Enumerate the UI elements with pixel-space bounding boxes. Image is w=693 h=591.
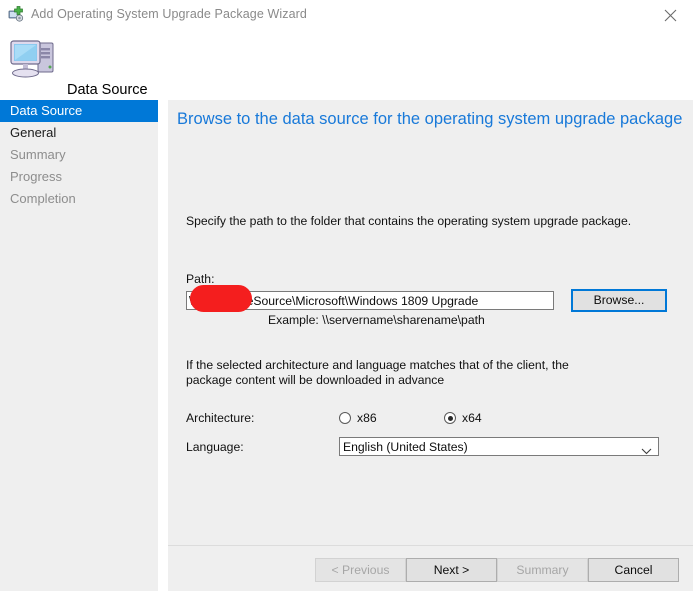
sidebar-item-completion[interactable]: Completion — [0, 188, 158, 210]
path-example-text: Example: \\servername\sharename\path — [268, 313, 485, 327]
sidebar-item-data-source[interactable]: Data Source — [0, 100, 158, 122]
computer-icon — [8, 35, 60, 83]
instruction-text: Specify the path to the folder that cont… — [186, 214, 632, 228]
architecture-label: Architecture: — [186, 411, 255, 425]
header-title: Data Source — [67, 82, 148, 98]
content-panel: Browse to the data source for the operat… — [168, 100, 693, 545]
window-title: Add Operating System Upgrade Package Wiz… — [31, 7, 307, 21]
sidebar-item-label: Progress — [10, 169, 63, 184]
close-icon[interactable] — [648, 0, 693, 29]
language-dropdown[interactable]: English (United States) — [339, 437, 659, 456]
radio-x86-label: x86 — [357, 411, 377, 425]
sidebar-item-label: Data Source — [10, 103, 83, 118]
path-label: Path: — [186, 272, 215, 286]
cancel-button[interactable]: Cancel — [588, 558, 679, 582]
chevron-down-icon — [641, 444, 652, 458]
language-label: Language: — [186, 440, 244, 454]
radio-checked-icon — [444, 412, 456, 424]
sidebar-item-label: Summary — [10, 147, 66, 162]
browse-button[interactable]: Browse... — [571, 289, 667, 312]
sidebar-divider — [158, 100, 168, 591]
redaction-overlay — [190, 285, 252, 312]
sidebar-item-summary[interactable]: Summary — [0, 144, 158, 166]
previous-button[interactable]: < Previous — [315, 558, 406, 582]
sidebar-item-label: Completion — [10, 191, 76, 206]
next-button[interactable]: Next > — [406, 558, 497, 582]
sidebar-item-general[interactable]: General — [0, 122, 158, 144]
title-bar: Add Operating System Upgrade Package Wiz… — [0, 0, 693, 29]
summary-button[interactable]: Summary — [497, 558, 588, 582]
architecture-note: If the selected architecture and languag… — [186, 358, 569, 387]
sidebar-item-progress[interactable]: Progress — [0, 166, 158, 188]
page-title: Browse to the data source for the operat… — [177, 110, 683, 128]
wizard-header: Data Source — [0, 29, 693, 98]
language-selected-value: English (United States) — [343, 440, 468, 454]
sidebar-item-label: General — [10, 125, 57, 140]
radio-unchecked-icon — [339, 412, 351, 424]
wizard-steps-sidebar: Data Source General Summary Progress Com… — [0, 100, 158, 591]
add-package-icon — [8, 6, 25, 23]
radio-x64-label: x64 — [462, 411, 482, 425]
wizard-footer: < Previous Next > Summary Cancel — [168, 546, 693, 591]
